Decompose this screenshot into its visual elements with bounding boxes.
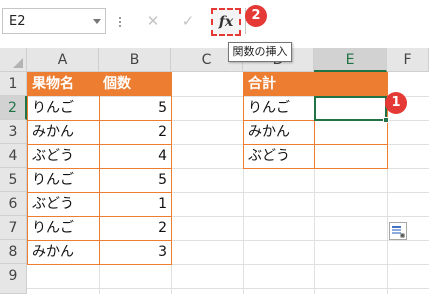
table1-cell-count[interactable]: 5 [99, 96, 171, 120]
chevron-down-icon[interactable] [93, 19, 101, 24]
table1-cell-count[interactable]: 4 [99, 144, 171, 168]
table2-cell-fruit[interactable]: みかん [244, 120, 314, 144]
enter-button[interactable]: ✓ [176, 9, 200, 33]
table1-cell-count[interactable]: 2 [99, 216, 171, 240]
table1-cell-fruit[interactable]: りんご [28, 216, 99, 240]
table1-header-fruit[interactable]: 果物名 [28, 72, 99, 96]
spreadsheet-grid: A B C D E F 1 2 3 4 5 6 7 8 9 果物名 個数 りんご… [0, 48, 429, 294]
table1-cell-fruit[interactable]: りんご [28, 96, 99, 120]
fx-icon: fx [218, 14, 234, 30]
cancel-button[interactable]: ✕ [141, 9, 165, 33]
name-box-value: E2 [9, 14, 26, 29]
quick-analysis-icon [392, 226, 405, 238]
select-all-button[interactable] [0, 48, 27, 72]
table2-header-total[interactable]: 合計 [244, 72, 314, 96]
row-header-4[interactable]: 4 [0, 144, 27, 168]
table1-cell-fruit[interactable]: りんご [28, 168, 99, 192]
column-header-f[interactable]: F [387, 48, 429, 72]
formula-bar: E2 ✕ ✓ fx [0, 0, 429, 42]
row-header-5[interactable]: 5 [0, 168, 27, 192]
row-header-2[interactable]: 2 [0, 96, 27, 120]
checkmark-icon: ✓ [181, 12, 195, 30]
column-header-a[interactable]: A [27, 48, 99, 72]
row-header-7[interactable]: 7 [0, 216, 27, 240]
name-box[interactable]: E2 [2, 8, 106, 34]
formula-input[interactable] [245, 8, 429, 34]
table1-cell-fruit[interactable]: ぶどう [28, 192, 99, 216]
table2-cell-fruit[interactable]: ぶどう [244, 144, 314, 168]
table1-cell-count[interactable]: 1 [99, 192, 171, 216]
table1-cell-count[interactable]: 2 [99, 120, 171, 144]
column-header-b[interactable]: B [99, 48, 171, 72]
quick-analysis-button[interactable] [389, 222, 407, 240]
active-cell-e2[interactable] [314, 96, 387, 121]
column-header-e[interactable]: E [314, 48, 387, 72]
table1-cell-fruit[interactable]: みかん [28, 240, 99, 264]
row-header-1[interactable]: 1 [0, 72, 27, 96]
table1-header-count[interactable]: 個数 [99, 72, 171, 96]
fill-handle[interactable] [383, 117, 389, 123]
step-badge-2: 2 [245, 5, 267, 27]
insert-function-button[interactable]: fx [211, 8, 241, 36]
step-badge-1: 1 [385, 92, 407, 114]
cancel-x-icon: ✕ [146, 12, 160, 30]
table2-cell-fruit[interactable]: りんご [244, 96, 314, 120]
select-all-triangle-icon [13, 58, 23, 68]
row-header-6[interactable]: 6 [0, 192, 27, 216]
table2-header-blank[interactable] [314, 72, 387, 96]
row-header-3[interactable]: 3 [0, 120, 27, 144]
table1-cell-fruit[interactable]: みかん [28, 120, 99, 144]
row-header-8[interactable]: 8 [0, 240, 27, 264]
table1-cell-count[interactable]: 5 [99, 168, 171, 192]
drag-handle-icon[interactable] [113, 8, 127, 34]
insert-function-tooltip: 関数の挿入 [228, 42, 292, 62]
row-header-9[interactable]: 9 [0, 264, 27, 294]
table1-cell-count[interactable]: 3 [99, 240, 171, 264]
table1-cell-fruit[interactable]: ぶどう [28, 144, 99, 168]
